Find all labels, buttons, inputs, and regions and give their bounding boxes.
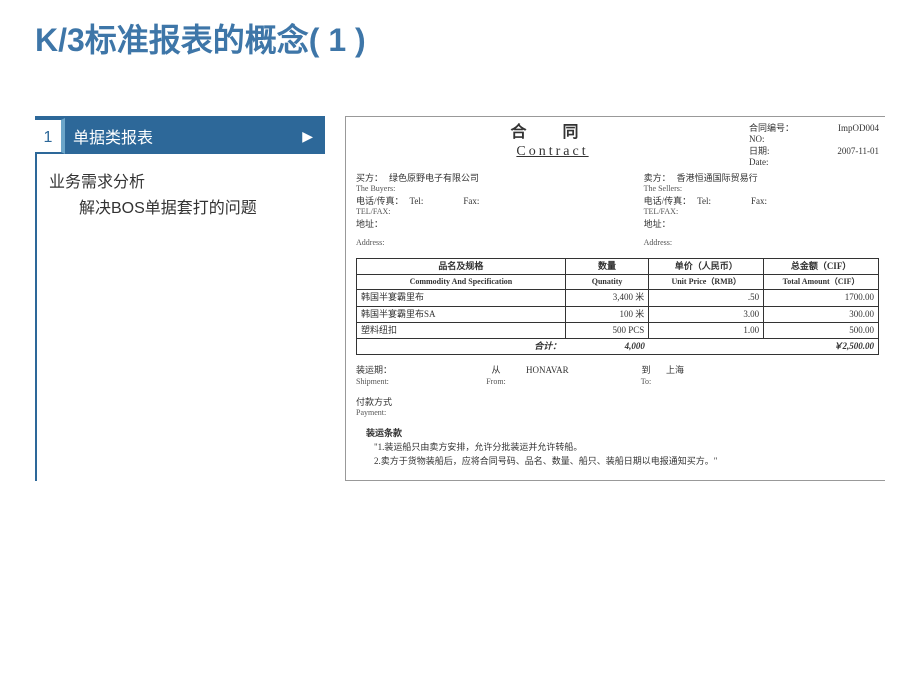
seller-addr-label: 地址： <box>644 218 671 230</box>
ship-to-val: 上海 <box>666 365 746 376</box>
chevron-right-icon: ▶ <box>290 128 325 145</box>
cell-name: 塑料纽扣 <box>357 322 566 338</box>
th-total-cn: 总金额（CIF） <box>764 259 879 275</box>
tab-label: 单据类报表 <box>65 124 290 148</box>
cell-qty: 3,400 米 <box>565 290 649 306</box>
total-qty: 4,000 <box>565 339 649 355</box>
buyer-telfax-en: TEL/FAX: <box>356 207 391 218</box>
date-label: 日期: <box>749 146 770 157</box>
cell-total: 500.00 <box>764 322 879 338</box>
buyer-name: 绿色原野电子有限公司 <box>389 172 479 184</box>
doc-header-meta: 合同编号： ImpOD004 NO: 日期: 2007-11-01 Date: <box>749 123 879 168</box>
doc-title-cn: 合 同 <box>356 123 749 143</box>
buyer-address-en: Address: <box>356 238 591 248</box>
cell-name: 韩国半宴霸里布 <box>357 290 566 306</box>
payment-cn: 付款方式 <box>356 397 879 408</box>
seller-address-en: Address: <box>644 238 879 248</box>
cell-price: 3.00 <box>649 306 764 322</box>
seller-telfax-en: TEL/FAX: <box>644 207 679 218</box>
buyer-label: 买方： <box>356 172 383 184</box>
th-qty-cn: 数量 <box>565 259 649 275</box>
total-amount: ￥2,500.00 <box>764 339 879 355</box>
cell-name: 韩国半宴霸里布SA <box>357 306 566 322</box>
table-row: 韩国半宴霸里布 3,400 米 .50 1700.00 <box>357 290 879 306</box>
payment-row: 付款方式 Payment: <box>356 397 879 418</box>
cell-price: .50 <box>649 290 764 306</box>
date-value: 2007-11-01 <box>837 146 879 157</box>
doc-title-en: Contract <box>356 143 749 161</box>
no-label: NO: <box>749 134 765 145</box>
ship-date-en: Shipment: <box>356 377 466 387</box>
seller-fax: Fax: <box>751 195 767 207</box>
terms-line2: 2.卖方于货物装船后，应将合同号码、品名、数量、船只、装船日期以电报通知买方。" <box>374 455 879 469</box>
ship-to-cn: 到 <box>626 365 666 376</box>
analysis-text: 业务需求分析 解决BOS单据套打的问题 <box>37 154 325 221</box>
table-row: 塑料纽扣 500 PCS 1.00 500.00 <box>357 322 879 338</box>
cell-total: 300.00 <box>764 306 879 322</box>
cell-qty: 500 PCS <box>565 322 649 338</box>
seller-tel-label: 电话/传真： <box>644 195 692 207</box>
buyer-label-en: The Buyers: <box>356 184 395 195</box>
th-commodity-en: Commodity And Specification <box>357 275 566 290</box>
buyer-tel: Tel: <box>410 195 424 207</box>
contract-preview: 合 同 Contract 合同编号： ImpOD004 NO: 日期: 2007-1… <box>345 116 885 481</box>
seller-tel: Tel: <box>697 195 711 207</box>
seller-block: 卖方： 香港恒通国际贸易行 The Sellers: 电话/传真： Tel: Fax:… <box>644 172 879 230</box>
th-total-en: Total Amount（CIF） <box>764 275 879 290</box>
cell-qty: 100 米 <box>565 306 649 322</box>
terms-text: "1.装运船只由卖方安排，允许分批装运并允许转船。 2.卖方于货物装船后，应将合… <box>356 439 879 468</box>
th-price-cn: 单价（人民币） <box>649 259 764 275</box>
th-qty-en: Qunatity <box>565 275 649 290</box>
shipment-row: 装运期：Shipment: 从From: HONAVAR 到To: 上海 <box>356 365 879 386</box>
ship-date-cn: 装运期： <box>356 365 466 376</box>
ship-to-en: To: <box>626 377 666 387</box>
analysis-line1: 业务需求分析 <box>49 170 325 196</box>
buyer-fax: Fax: <box>463 195 479 207</box>
date-en-label: Date: <box>749 157 769 168</box>
seller-label-en: The Sellers: <box>644 184 682 195</box>
ship-from-en: From: <box>466 377 526 387</box>
contract-no-label: 合同编号： <box>749 123 794 134</box>
total-row: 合计： 4,000 ￥2,500.00 <box>357 339 879 355</box>
tab-number: 1 <box>35 118 65 154</box>
table-row: 韩国半宴霸里布SA 100 米 3.00 300.00 <box>357 306 879 322</box>
cell-price: 1.00 <box>649 322 764 338</box>
buyer-block: 买方： 绿色原野电子有限公司 The Buyers: 电话/传真： Tel: Fax:… <box>356 172 591 230</box>
payment-en: Payment: <box>356 408 879 418</box>
seller-name: 香港恒通国际贸易行 <box>677 172 758 184</box>
terms-title: 装运条款 <box>356 428 879 439</box>
contract-no-value: ImpOD004 <box>838 123 879 134</box>
ship-from-cn: 从 <box>466 365 526 376</box>
th-commodity-cn: 品名及规格 <box>357 259 566 275</box>
sidebar: 1 单据类报表 ▶ 业务需求分析 解决BOS单据套打的问题 <box>35 116 325 481</box>
page-title: K/3标准报表的概念( 1 ) <box>0 0 920 81</box>
tab-voucher-reports[interactable]: 1 单据类报表 ▶ <box>37 118 325 154</box>
total-label: 合计： <box>357 339 566 355</box>
th-price-en: Unit Price（RMB） <box>649 275 764 290</box>
buyer-tel-label: 电话/传真： <box>356 195 404 207</box>
analysis-line2: 解决BOS单据套打的问题 <box>49 196 325 222</box>
ship-from-val: HONAVAR <box>526 365 626 376</box>
items-table: 品名及规格 数量 单价（人民币） 总金额（CIF） Commodity And … <box>356 258 879 355</box>
buyer-addr-label: 地址： <box>356 218 383 230</box>
terms-line1: "1.装运船只由卖方安排，允许分批装运并允许转船。 <box>374 441 879 455</box>
cell-total: 1700.00 <box>764 290 879 306</box>
seller-label: 卖方： <box>644 172 671 184</box>
